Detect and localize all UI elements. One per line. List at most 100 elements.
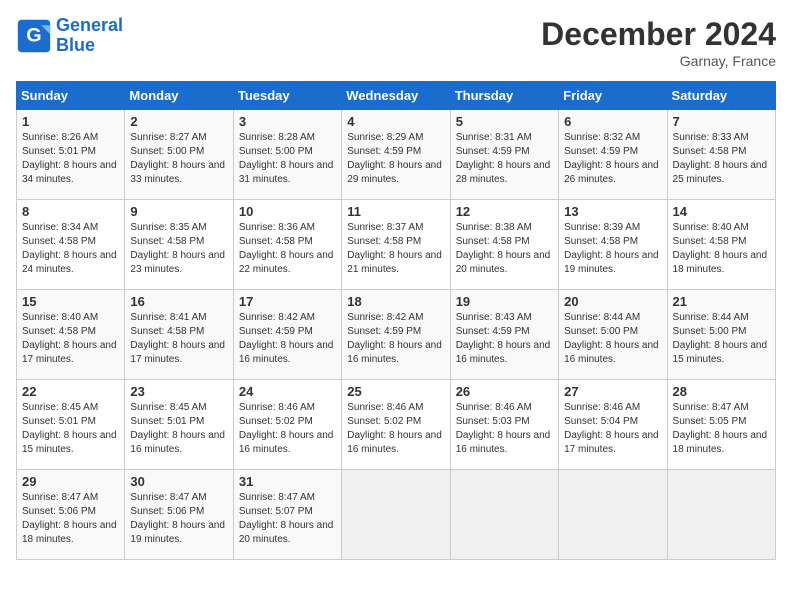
- day-info: Sunrise: 8:40 AM Sunset: 4:58 PM Dayligh…: [673, 221, 770, 277]
- day-info: Sunrise: 8:29 AM Sunset: 4:59 PM Dayligh…: [347, 131, 444, 187]
- logo-line2: Blue: [56, 35, 95, 55]
- day-number: 15: [22, 294, 119, 309]
- day-number: 11: [347, 204, 444, 219]
- day-number: 28: [673, 384, 770, 399]
- day-number: 13: [564, 204, 661, 219]
- logo-text: General Blue: [56, 16, 123, 56]
- calendar-cell: 20 Sunrise: 8:44 AM Sunset: 5:00 PM Dayl…: [559, 290, 667, 380]
- calendar-cell: 28 Sunrise: 8:47 AM Sunset: 5:05 PM Dayl…: [667, 380, 775, 470]
- logo-line1: General: [56, 15, 123, 35]
- day-info: Sunrise: 8:44 AM Sunset: 5:00 PM Dayligh…: [673, 311, 770, 367]
- calendar-cell: 21 Sunrise: 8:44 AM Sunset: 5:00 PM Dayl…: [667, 290, 775, 380]
- location: Garnay, France: [541, 53, 776, 69]
- day-number: 26: [456, 384, 553, 399]
- calendar-cell: 3 Sunrise: 8:28 AM Sunset: 5:00 PM Dayli…: [233, 110, 341, 200]
- day-number: 20: [564, 294, 661, 309]
- calendar-cell: 27 Sunrise: 8:46 AM Sunset: 5:04 PM Dayl…: [559, 380, 667, 470]
- day-info: Sunrise: 8:46 AM Sunset: 5:03 PM Dayligh…: [456, 401, 553, 457]
- calendar-cell: [559, 470, 667, 560]
- day-info: Sunrise: 8:31 AM Sunset: 4:59 PM Dayligh…: [456, 131, 553, 187]
- calendar-cell: 31 Sunrise: 8:47 AM Sunset: 5:07 PM Dayl…: [233, 470, 341, 560]
- calendar-cell: 25 Sunrise: 8:46 AM Sunset: 5:02 PM Dayl…: [342, 380, 450, 470]
- day-info: Sunrise: 8:42 AM Sunset: 4:59 PM Dayligh…: [239, 311, 336, 367]
- day-info: Sunrise: 8:46 AM Sunset: 5:04 PM Dayligh…: [564, 401, 661, 457]
- calendar-cell: 6 Sunrise: 8:32 AM Sunset: 4:59 PM Dayli…: [559, 110, 667, 200]
- day-number: 22: [22, 384, 119, 399]
- day-info: Sunrise: 8:46 AM Sunset: 5:02 PM Dayligh…: [347, 401, 444, 457]
- calendar-cell: 9 Sunrise: 8:35 AM Sunset: 4:58 PM Dayli…: [125, 200, 233, 290]
- day-info: Sunrise: 8:43 AM Sunset: 4:59 PM Dayligh…: [456, 311, 553, 367]
- day-info: Sunrise: 8:28 AM Sunset: 5:00 PM Dayligh…: [239, 131, 336, 187]
- calendar-cell: 24 Sunrise: 8:46 AM Sunset: 5:02 PM Dayl…: [233, 380, 341, 470]
- day-number: 27: [564, 384, 661, 399]
- calendar-cell: 5 Sunrise: 8:31 AM Sunset: 4:59 PM Dayli…: [450, 110, 558, 200]
- calendar-cell: 15 Sunrise: 8:40 AM Sunset: 4:58 PM Dayl…: [17, 290, 125, 380]
- day-info: Sunrise: 8:46 AM Sunset: 5:02 PM Dayligh…: [239, 401, 336, 457]
- day-info: Sunrise: 8:45 AM Sunset: 5:01 PM Dayligh…: [22, 401, 119, 457]
- day-info: Sunrise: 8:36 AM Sunset: 4:58 PM Dayligh…: [239, 221, 336, 277]
- day-info: Sunrise: 8:33 AM Sunset: 4:58 PM Dayligh…: [673, 131, 770, 187]
- month-title: December 2024: [541, 16, 776, 53]
- calendar-cell: 13 Sunrise: 8:39 AM Sunset: 4:58 PM Dayl…: [559, 200, 667, 290]
- calendar-week-4: 22 Sunrise: 8:45 AM Sunset: 5:01 PM Dayl…: [17, 380, 776, 470]
- calendar-cell: [667, 470, 775, 560]
- day-info: Sunrise: 8:40 AM Sunset: 4:58 PM Dayligh…: [22, 311, 119, 367]
- day-info: Sunrise: 8:38 AM Sunset: 4:58 PM Dayligh…: [456, 221, 553, 277]
- calendar-cell: 29 Sunrise: 8:47 AM Sunset: 5:06 PM Dayl…: [17, 470, 125, 560]
- calendar-week-3: 15 Sunrise: 8:40 AM Sunset: 4:58 PM Dayl…: [17, 290, 776, 380]
- calendar-cell: 1 Sunrise: 8:26 AM Sunset: 5:01 PM Dayli…: [17, 110, 125, 200]
- header-cell-sunday: Sunday: [17, 82, 125, 110]
- header-row: SundayMondayTuesdayWednesdayThursdayFrid…: [17, 82, 776, 110]
- header-cell-wednesday: Wednesday: [342, 82, 450, 110]
- day-number: 17: [239, 294, 336, 309]
- svg-text:G: G: [26, 24, 41, 46]
- day-info: Sunrise: 8:45 AM Sunset: 5:01 PM Dayligh…: [130, 401, 227, 457]
- day-info: Sunrise: 8:47 AM Sunset: 5:07 PM Dayligh…: [239, 491, 336, 547]
- day-number: 16: [130, 294, 227, 309]
- day-number: 6: [564, 114, 661, 129]
- day-info: Sunrise: 8:37 AM Sunset: 4:58 PM Dayligh…: [347, 221, 444, 277]
- calendar-cell: [342, 470, 450, 560]
- calendar-week-1: 1 Sunrise: 8:26 AM Sunset: 5:01 PM Dayli…: [17, 110, 776, 200]
- day-number: 4: [347, 114, 444, 129]
- calendar-week-2: 8 Sunrise: 8:34 AM Sunset: 4:58 PM Dayli…: [17, 200, 776, 290]
- day-number: 7: [673, 114, 770, 129]
- day-info: Sunrise: 8:26 AM Sunset: 5:01 PM Dayligh…: [22, 131, 119, 187]
- calendar-cell: 10 Sunrise: 8:36 AM Sunset: 4:58 PM Dayl…: [233, 200, 341, 290]
- day-info: Sunrise: 8:44 AM Sunset: 5:00 PM Dayligh…: [564, 311, 661, 367]
- calendar-cell: 26 Sunrise: 8:46 AM Sunset: 5:03 PM Dayl…: [450, 380, 558, 470]
- header-cell-thursday: Thursday: [450, 82, 558, 110]
- day-number: 2: [130, 114, 227, 129]
- day-info: Sunrise: 8:32 AM Sunset: 4:59 PM Dayligh…: [564, 131, 661, 187]
- title-area: December 2024 Garnay, France: [541, 16, 776, 69]
- day-info: Sunrise: 8:34 AM Sunset: 4:58 PM Dayligh…: [22, 221, 119, 277]
- calendar-cell: 14 Sunrise: 8:40 AM Sunset: 4:58 PM Dayl…: [667, 200, 775, 290]
- day-number: 18: [347, 294, 444, 309]
- calendar-cell: 22 Sunrise: 8:45 AM Sunset: 5:01 PM Dayl…: [17, 380, 125, 470]
- header: G General Blue December 2024 Garnay, Fra…: [16, 16, 776, 69]
- calendar-header: SundayMondayTuesdayWednesdayThursdayFrid…: [17, 82, 776, 110]
- day-number: 12: [456, 204, 553, 219]
- day-info: Sunrise: 8:41 AM Sunset: 4:58 PM Dayligh…: [130, 311, 227, 367]
- day-info: Sunrise: 8:47 AM Sunset: 5:05 PM Dayligh…: [673, 401, 770, 457]
- calendar-cell: 4 Sunrise: 8:29 AM Sunset: 4:59 PM Dayli…: [342, 110, 450, 200]
- calendar-cell: 16 Sunrise: 8:41 AM Sunset: 4:58 PM Dayl…: [125, 290, 233, 380]
- calendar-cell: 12 Sunrise: 8:38 AM Sunset: 4:58 PM Dayl…: [450, 200, 558, 290]
- calendar-cell: 2 Sunrise: 8:27 AM Sunset: 5:00 PM Dayli…: [125, 110, 233, 200]
- logo: G General Blue: [16, 16, 123, 56]
- day-number: 1: [22, 114, 119, 129]
- day-info: Sunrise: 8:27 AM Sunset: 5:00 PM Dayligh…: [130, 131, 227, 187]
- day-number: 24: [239, 384, 336, 399]
- calendar-cell: 17 Sunrise: 8:42 AM Sunset: 4:59 PM Dayl…: [233, 290, 341, 380]
- day-number: 19: [456, 294, 553, 309]
- day-info: Sunrise: 8:35 AM Sunset: 4:58 PM Dayligh…: [130, 221, 227, 277]
- day-info: Sunrise: 8:47 AM Sunset: 5:06 PM Dayligh…: [130, 491, 227, 547]
- day-number: 23: [130, 384, 227, 399]
- day-number: 5: [456, 114, 553, 129]
- calendar-cell: 23 Sunrise: 8:45 AM Sunset: 5:01 PM Dayl…: [125, 380, 233, 470]
- header-cell-tuesday: Tuesday: [233, 82, 341, 110]
- day-number: 30: [130, 474, 227, 489]
- day-info: Sunrise: 8:47 AM Sunset: 5:06 PM Dayligh…: [22, 491, 119, 547]
- day-number: 3: [239, 114, 336, 129]
- header-cell-monday: Monday: [125, 82, 233, 110]
